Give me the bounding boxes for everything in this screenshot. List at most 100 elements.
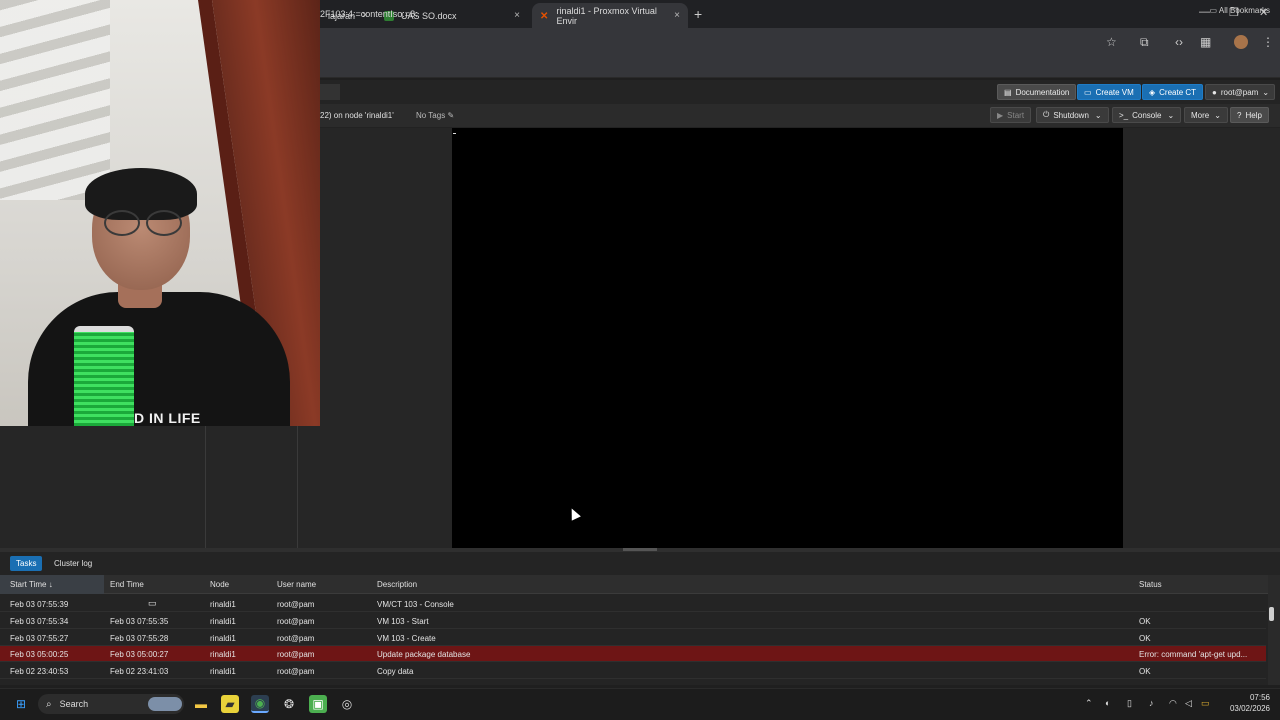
taskbar-clock[interactable]: 07:56 03/02/2026 <box>1226 692 1270 714</box>
console-side-panel <box>1123 128 1280 548</box>
shutdown-button[interactable]: ⏻ Shutdown ⌄ <box>1036 107 1109 123</box>
webcam-person-body <box>28 292 290 426</box>
create-vm-button[interactable]: ▭ Create VM <box>1077 84 1141 100</box>
pve-search-box[interactable] <box>320 84 340 100</box>
tab-close-icon[interactable]: × <box>674 10 680 21</box>
column-node[interactable]: Node <box>210 580 229 589</box>
table-row[interactable] <box>0 613 1266 629</box>
tasks-scrollbar[interactable] <box>1268 575 1280 685</box>
cell-desc: VM/CT 103 - Console <box>377 600 454 609</box>
cell-status: OK <box>1139 667 1151 677</box>
android-icon[interactable]: ▣ <box>309 695 327 713</box>
chevron-down-icon: ⌄ <box>1214 110 1221 120</box>
cell-desc: Update package database <box>377 650 471 660</box>
help-button[interactable]: ? Help <box>1230 107 1269 123</box>
tags-edit[interactable]: No Tags ✎ <box>416 111 454 120</box>
create-ct-button[interactable]: ◈ Create CT <box>1142 84 1204 100</box>
column-start-time[interactable]: Start Time ↓ <box>10 580 53 589</box>
cell-user: root@pam <box>277 616 315 626</box>
battery-icon[interactable]: ▭ <box>1201 698 1210 709</box>
extensions-icon[interactable]: ⧉ <box>1140 35 1149 50</box>
cell-start: Feb 03 07:55:27 <box>10 633 69 643</box>
user-menu-button[interactable]: ● root@pam ⌄ <box>1205 84 1275 100</box>
grid-icon[interactable]: ▦ <box>1200 35 1211 49</box>
table-row[interactable] <box>0 596 1266 612</box>
chevron-up-icon[interactable]: ⌃ <box>1085 698 1093 709</box>
windows-start-icon[interactable]: ⊞ <box>12 695 30 713</box>
column-end-time[interactable]: End Time <box>110 580 144 589</box>
profile-avatar[interactable] <box>1234 35 1248 49</box>
tab-tasks[interactable]: Tasks <box>10 556 43 571</box>
cell-user: root@pam <box>277 667 315 677</box>
help-label: Help <box>1245 110 1262 120</box>
kebab-menu-icon[interactable]: ⋮ <box>1262 35 1274 49</box>
divider <box>205 426 206 548</box>
app-icon[interactable]: ❂ <box>280 695 298 713</box>
vm-console-screen[interactable] <box>452 128 1123 548</box>
security-icon[interactable]: ◐ <box>1105 698 1110 708</box>
scrollbar-thumb[interactable] <box>1269 607 1274 621</box>
all-bookmarks-link[interactable]: ▭ All Bookmarks <box>1210 6 1270 15</box>
screen: lajaran × UAS SO.docx × ✕ rinaldi1 - Pro… <box>0 0 1280 720</box>
cell-status: Error: command 'apt-get upd... <box>1139 650 1248 660</box>
chrome-icon[interactable]: ◉ <box>251 695 269 713</box>
cell-status: OK <box>1139 633 1151 643</box>
tab-close-icon[interactable]: × <box>514 10 520 21</box>
book-icon: ▤ <box>1004 87 1012 97</box>
all-bookmarks-label: All Bookmarks <box>1218 6 1270 15</box>
pencil-icon[interactable]: ✎ <box>447 111 454 120</box>
webcam-person-hair <box>85 168 197 220</box>
no-tags-label: No Tags <box>416 111 446 120</box>
start-label: Start <box>1007 110 1025 120</box>
vm-title: 22) on node 'rinaldi1' <box>320 111 394 120</box>
user-label: root@pam <box>1220 87 1259 97</box>
tab-label: rinaldi1 - Proxmox Virtual Envir <box>556 5 657 26</box>
shutdown-label: Shutdown <box>1053 110 1089 120</box>
cell-end: Feb 03 07:55:35 <box>110 616 169 626</box>
wifi-icon[interactable]: ◠ <box>1169 698 1177 709</box>
divider <box>297 426 298 548</box>
cell-start: Feb 03 05:00:25 <box>10 650 69 660</box>
usb-icon[interactable]: ▯ <box>1127 698 1132 709</box>
more-button[interactable]: More ⌄ <box>1184 107 1228 123</box>
search-highlight-icon <box>148 697 182 711</box>
new-tab-button[interactable]: + <box>694 6 702 22</box>
column-status[interactable]: Status <box>1139 580 1162 589</box>
cell-desc: VM 103 - Create <box>377 633 436 643</box>
cell-start: Feb 03 07:55:39 <box>10 600 69 609</box>
volume-icon[interactable]: ◁ <box>1185 698 1192 709</box>
file-explorer-icon[interactable]: ▬ <box>192 695 210 713</box>
folder-icon: ▭ <box>1209 6 1219 15</box>
minimize-button[interactable]: — <box>1199 6 1210 18</box>
cell-node: rinaldi1 <box>210 650 236 660</box>
cell-start: Feb 03 07:55:34 <box>10 616 69 626</box>
url-text[interactable]: 2F103:4:=contentIso:=8: <box>320 9 418 19</box>
console-button[interactable]: >_ Console ⌄ <box>1112 107 1182 123</box>
cell-end: Feb 02 23:41:03 <box>110 667 169 677</box>
console-cursor <box>453 133 456 134</box>
column-user-name[interactable]: User name <box>277 580 316 589</box>
splitter-handle[interactable] <box>623 548 657 551</box>
start-button[interactable]: ▶ Start <box>990 107 1032 123</box>
table-row[interactable] <box>0 630 1266 646</box>
cell-node: rinaldi1 <box>210 667 236 677</box>
app-notify-icon[interactable]: ◎ <box>338 695 356 713</box>
sticky-notes-icon[interactable]: ▰ <box>221 695 239 713</box>
microphone-icon[interactable]: ♪ <box>1149 698 1154 708</box>
chevron-down-icon[interactable]: ⌄ <box>1167 111 1174 120</box>
browser-tab-3[interactable]: ✕ rinaldi1 - Proxmox Virtual Envir × <box>532 3 688 28</box>
cell-user: root@pam <box>277 600 315 609</box>
tab-cluster-log[interactable]: Cluster log <box>48 556 98 571</box>
table-row[interactable] <box>0 663 1266 680</box>
table-row[interactable] <box>0 646 1266 663</box>
column-description[interactable]: Description <box>377 580 417 589</box>
cell-node: rinaldi1 <box>210 616 236 626</box>
power-icon: ⏻ <box>1043 110 1050 119</box>
search-label: Search <box>59 699 89 709</box>
devtools-icon[interactable]: ‹› <box>1175 35 1183 49</box>
documentation-button[interactable]: ▤ Documentation <box>997 84 1077 100</box>
more-label: More <box>1191 110 1210 120</box>
chevron-down-icon[interactable]: ⌄ <box>1095 111 1102 120</box>
star-icon[interactable]: ☆ <box>1106 35 1117 49</box>
documentation-label: Documentation <box>1015 87 1070 97</box>
